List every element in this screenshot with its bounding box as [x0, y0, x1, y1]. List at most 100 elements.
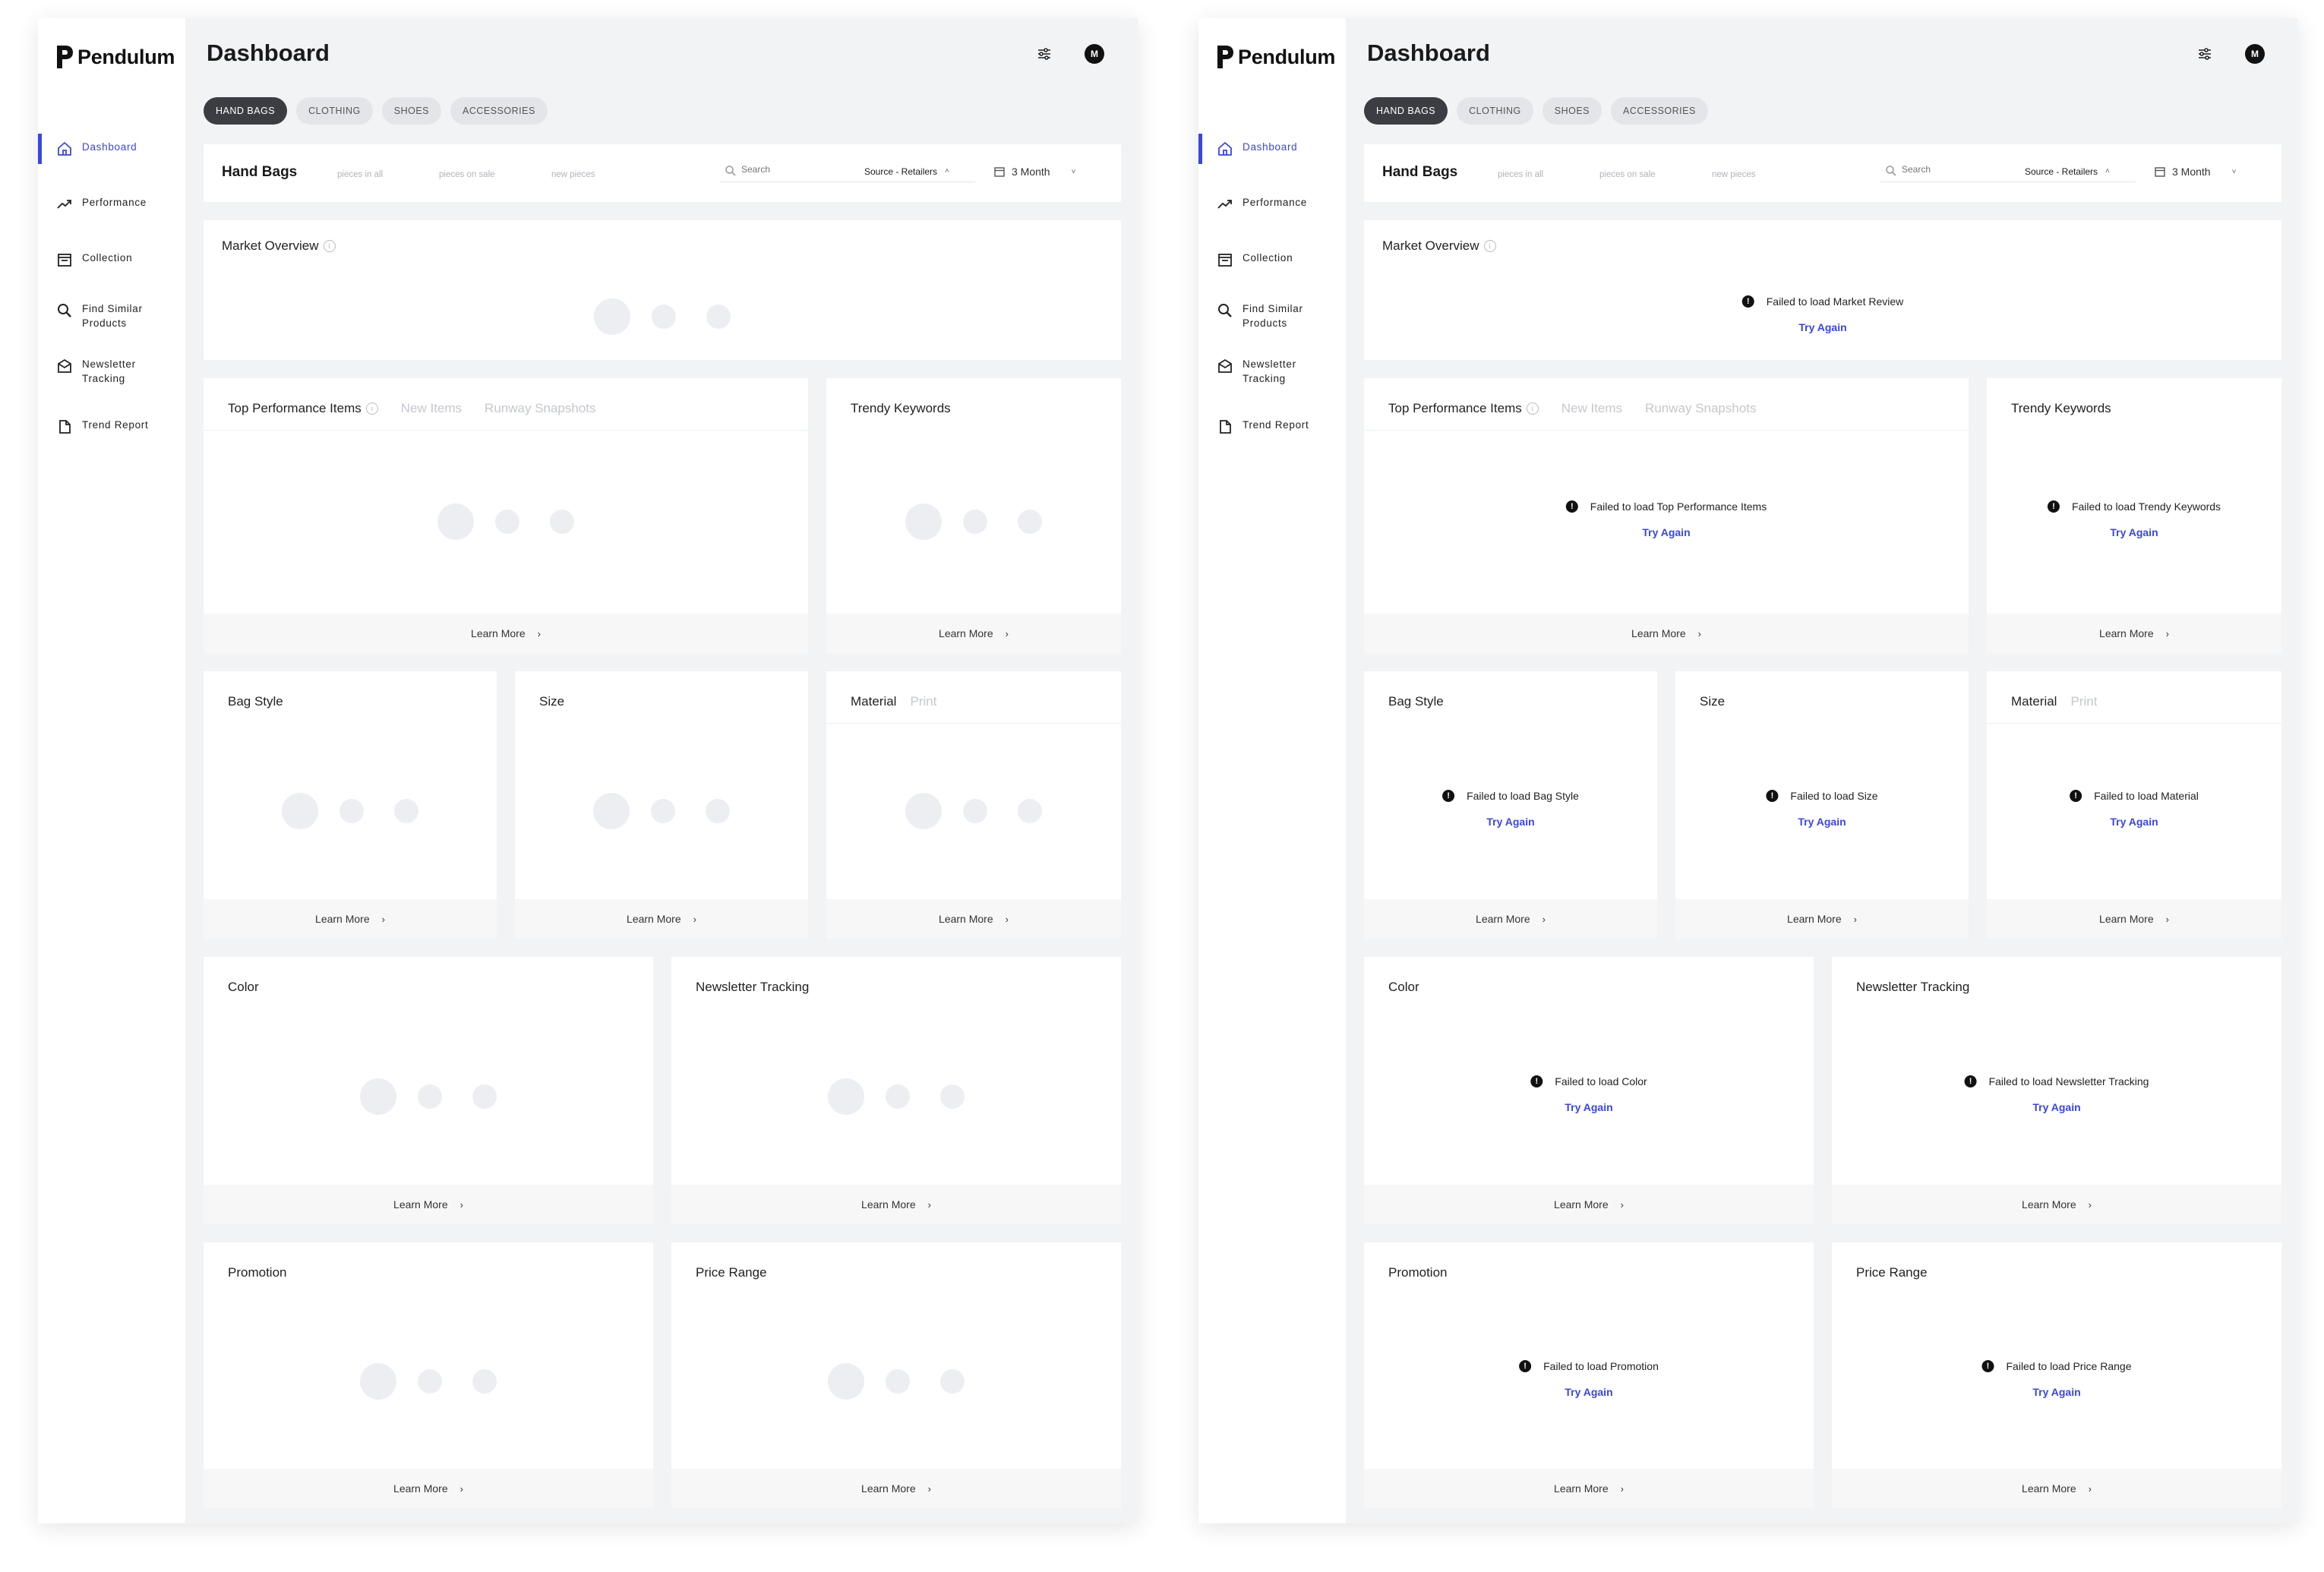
tab-shoes[interactable]: SHOES [1542, 97, 1602, 125]
card-title[interactable]: Material [2011, 694, 2057, 709]
sidebar-item-performance[interactable]: Performance [38, 195, 185, 213]
sidebar-item-dashboard[interactable]: Dashboard [1198, 134, 1346, 164]
sidebar-item-find-similar-products[interactable]: Find Similar Products [38, 301, 185, 330]
filter-settings-icon[interactable] [1034, 44, 1054, 64]
learn-more-button[interactable]: Learn More › [1987, 614, 2281, 653]
learn-more-button[interactable]: Learn More › [204, 1469, 653, 1508]
info-icon[interactable]: i [1483, 240, 1496, 252]
card-header: Newsletter Tracking [696, 980, 809, 995]
learn-more-button[interactable]: Learn More › [1987, 899, 2281, 939]
sidebar-item-trend-report[interactable]: Trend Report [38, 418, 185, 435]
info-icon[interactable]: i [365, 402, 378, 415]
info-icon[interactable]: i [1526, 402, 1539, 415]
card-tab-secondary[interactable]: New Items [401, 401, 462, 416]
card-tab-secondary[interactable]: Print [910, 694, 936, 709]
tab-accessories[interactable]: ACCESSORIES [1611, 97, 1708, 125]
card-tab-secondary[interactable]: New Items [1561, 401, 1622, 416]
learn-more-button[interactable]: Learn More › [1675, 899, 1969, 939]
learn-more-button[interactable]: Learn More › [515, 899, 808, 939]
period-select[interactable]: 3 Month ˅ [993, 161, 1089, 182]
sidebar-item-find-similar-products[interactable]: Find Similar Products [1198, 301, 1346, 330]
sidebar-item-label: Find Similar Products [82, 303, 143, 329]
try-again-button[interactable]: Try Again [2048, 526, 2221, 538]
brand-logo[interactable]: Pendulum [1215, 44, 1335, 70]
learn-more-button[interactable]: Learn More › [1364, 1185, 1814, 1224]
loading-dot [652, 305, 676, 329]
learn-more-button[interactable]: Learn More › [826, 614, 1121, 653]
tab-hand-bags[interactable]: HAND BAGS [1364, 97, 1448, 125]
search-input[interactable] [1902, 164, 2008, 175]
loading-dot [886, 1084, 910, 1109]
tab-clothing[interactable]: CLOTHING [1457, 97, 1533, 125]
folder-icon [1217, 251, 1233, 268]
sidebar-item-collection[interactable]: Collection [1198, 251, 1346, 268]
learn-more-button[interactable]: Learn More › [826, 899, 1121, 939]
tab-clothing[interactable]: CLOTHING [296, 97, 373, 125]
try-again-button[interactable]: Try Again [1965, 1101, 2149, 1113]
card-title[interactable]: Top Performance Items [1388, 401, 1522, 416]
sidebar-item-trend-report[interactable]: Trend Report [1198, 418, 1346, 435]
source-select[interactable]: Source - Retailers ˄ [854, 161, 975, 182]
loading-dot [472, 1369, 497, 1394]
sidebar-item-newsletter-tracking[interactable]: Newsletter Tracking [38, 357, 185, 386]
category-title: Hand Bags [222, 164, 298, 180]
user-avatar[interactable]: M [2245, 44, 2265, 64]
try-again-button[interactable]: Try Again [1566, 526, 1767, 538]
tab-hand-bags[interactable]: HAND BAGS [204, 97, 288, 125]
chevron-right-icon: › [2165, 627, 2169, 639]
learn-more-button[interactable]: Learn More › [204, 899, 497, 939]
card-title: Color [228, 980, 259, 994]
search-input[interactable] [741, 164, 848, 175]
chevron-down-icon: ˅ [2231, 167, 2237, 176]
try-again-button[interactable]: Try Again [1530, 1101, 1647, 1113]
try-again-button[interactable]: Try Again [2070, 816, 2199, 828]
sidebar-item-newsletter-tracking[interactable]: Newsletter Tracking [1198, 357, 1346, 386]
try-again-button[interactable]: Try Again [1742, 321, 1904, 333]
filter-bar: Hand Bags pieces in all pieces on sale new … [1364, 144, 2281, 202]
filter-settings-icon[interactable] [2195, 44, 2215, 64]
loading-dot [828, 1363, 864, 1400]
try-again-button[interactable]: Try Again [1982, 1386, 2132, 1398]
learn-more-button[interactable]: Learn More › [1364, 899, 1657, 939]
learn-more-button[interactable]: Learn More › [671, 1185, 1121, 1224]
learn-more-button[interactable]: Learn More › [204, 1185, 653, 1224]
learn-more-button[interactable]: Learn More › [671, 1469, 1121, 1508]
loading-dot [360, 1078, 396, 1115]
alert-icon: ! [1530, 1075, 1543, 1087]
info-icon[interactable]: i [323, 240, 336, 252]
try-again-button[interactable]: Try Again [1442, 816, 1579, 828]
try-again-button[interactable]: Try Again [1766, 816, 1877, 828]
loading-indicator [360, 1363, 497, 1400]
card-tab-secondary[interactable]: Print [2070, 694, 2097, 709]
try-again-button[interactable]: Try Again [1519, 1386, 1659, 1398]
loading-dot [1018, 799, 1042, 823]
learn-more-button[interactable]: Learn More › [1832, 1469, 2281, 1508]
loading-dot [472, 1084, 497, 1109]
source-select[interactable]: Source - Retailers ˄ [2014, 161, 2136, 182]
learn-more-button[interactable]: Learn More › [204, 614, 808, 653]
learn-more-button[interactable]: Learn More › [1364, 614, 1969, 653]
tab-accessories[interactable]: ACCESSORIES [450, 97, 548, 125]
card-tab-tertiary[interactable]: Runway Snapshots [1645, 401, 1756, 416]
period-select[interactable]: 3 Month ˅ [2154, 161, 2250, 182]
learn-more-button[interactable]: Learn More › [1832, 1185, 2281, 1224]
sidebar-item-dashboard[interactable]: Dashboard [38, 134, 185, 164]
sidebar-item-collection[interactable]: Collection [38, 251, 185, 268]
home-icon [56, 140, 73, 157]
sidebar-item-performance[interactable]: Performance [1198, 195, 1346, 213]
card-title[interactable]: Material [851, 694, 896, 709]
card-tab-tertiary[interactable]: Runway Snapshots [485, 401, 595, 416]
tab-shoes[interactable]: SHOES [381, 97, 441, 125]
main-content: Dashboard M HAND BAGS CLOTHING SHOES ACCESSOR… [185, 18, 1138, 1523]
brand-logo[interactable]: Pendulum [55, 44, 175, 70]
sidebar-item-label: Dashboard [1243, 141, 1298, 153]
user-avatar[interactable]: M [1085, 44, 1104, 64]
chevron-right-icon: › [1620, 1198, 1624, 1211]
card-title: Trendy Keywords [851, 401, 951, 415]
learn-more-label: Learn More [2022, 1198, 2076, 1211]
learn-more-button[interactable]: Learn More › [1364, 1469, 1814, 1508]
sidebar-item-label: Trend Report [82, 419, 149, 431]
alert-icon: ! [1741, 295, 1754, 308]
card-title[interactable]: Top Performance Items [228, 401, 362, 416]
loading-dot [550, 510, 574, 534]
